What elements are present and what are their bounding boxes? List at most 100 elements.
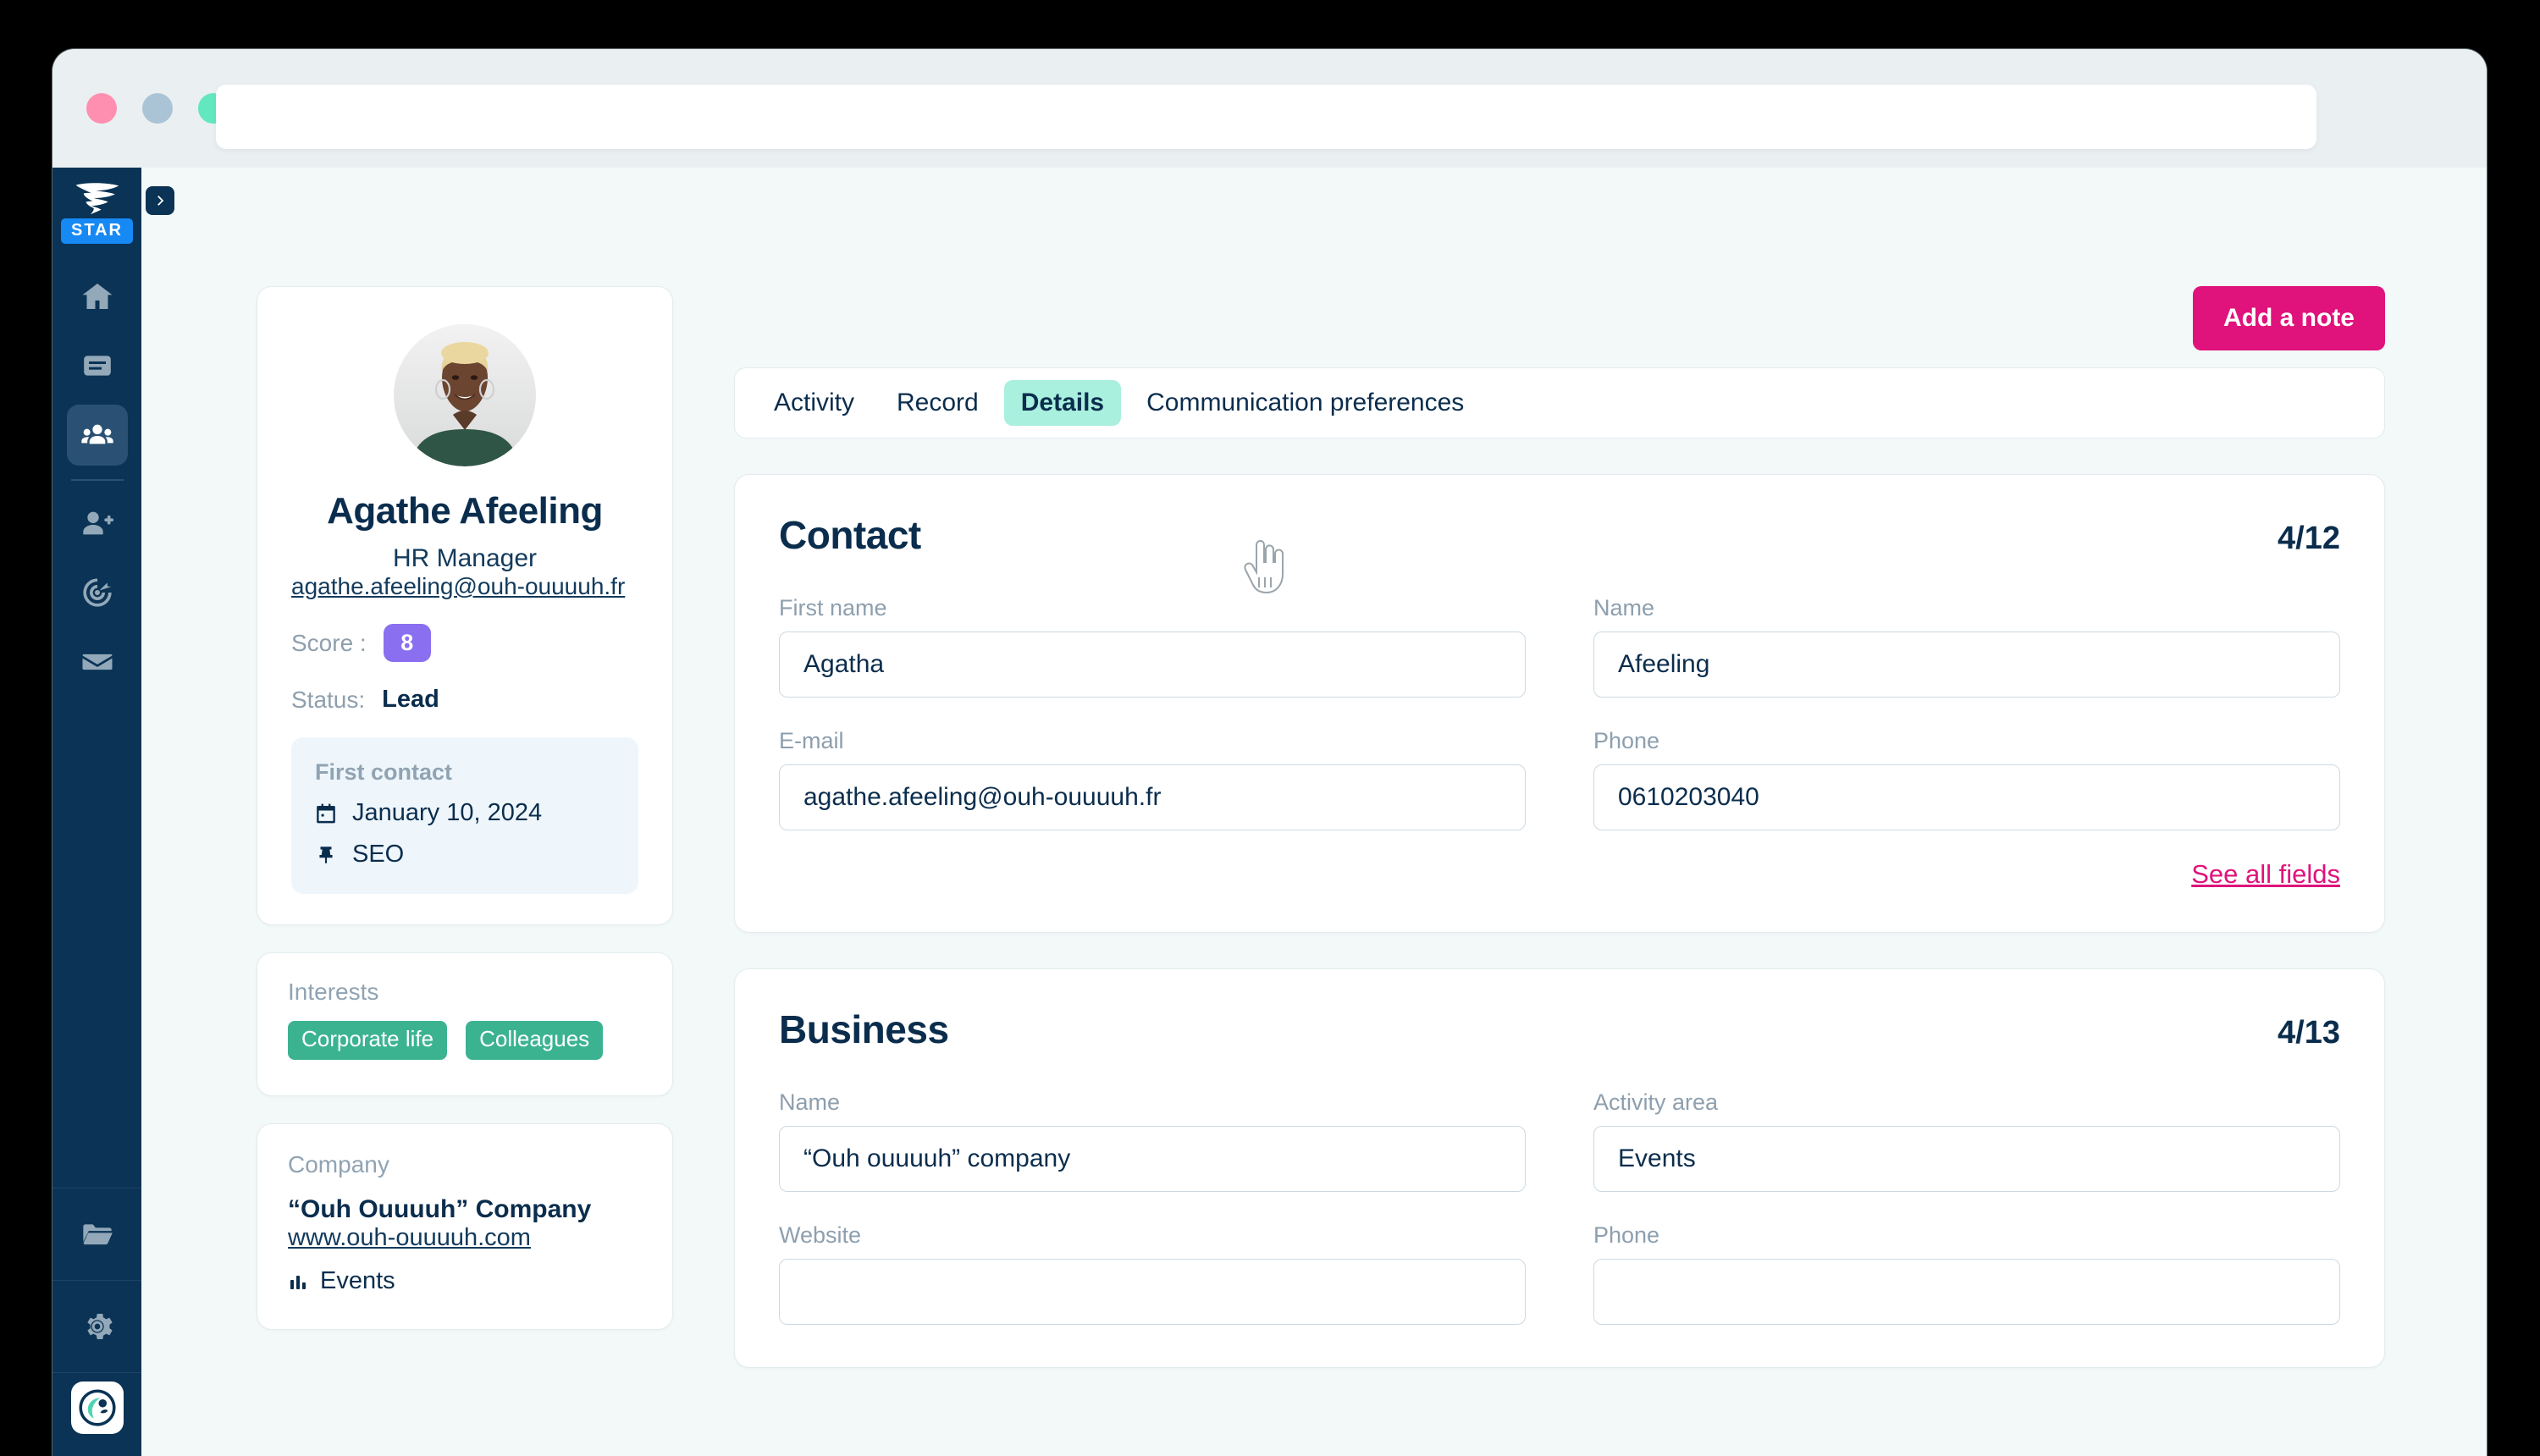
profile-card: Agathe Afeeling HR Manager agathe.afeeli… [257, 286, 673, 925]
sidebar-bottom-divider-1 [52, 1188, 141, 1189]
interests-tag-list: Corporate life Colleagues [288, 1021, 642, 1060]
tab-record[interactable]: Record [880, 380, 996, 426]
sidebar-item-documents[interactable] [67, 335, 128, 396]
field-activity-area: Activity area [1593, 1089, 2340, 1192]
phone-input[interactable] [1593, 764, 2340, 830]
add-user-icon [82, 511, 113, 535]
content-area: Agathe Afeeling HR Manager agathe.afeeli… [141, 168, 2487, 1456]
contact-section-count: 4/12 [2278, 521, 2340, 556]
interest-tag[interactable]: Colleagues [466, 1021, 604, 1060]
home-icon [82, 284, 112, 309]
calendar-icon [317, 803, 335, 823]
see-all-fields-link[interactable]: See all fields [2191, 859, 2340, 889]
sidebar-item-mail[interactable] [67, 631, 128, 692]
first-contact-source: SEO [352, 841, 405, 868]
first-contact-date: January 10, 2024 [352, 799, 543, 826]
business-section-header: Business 4/13 [779, 1007, 2340, 1052]
brand-block[interactable]: STAR [61, 168, 133, 244]
field-label: E-mail [779, 728, 844, 753]
tab-details[interactable]: Details [1003, 380, 1122, 426]
contact-role: HR Manager [392, 544, 538, 572]
business-section-title: Business [779, 1007, 949, 1051]
activity-area-input[interactable] [1593, 1126, 2340, 1192]
field-name: Name [1593, 595, 2340, 698]
app-window: STAR Agathe Afeeling HR Manager agathe.a… [52, 49, 2487, 1456]
address-bar[interactable] [216, 85, 2316, 149]
sidebar-nav-list [52, 266, 141, 701]
field-label: Name [1593, 595, 1655, 620]
field-business-phone: Phone [1593, 1222, 2340, 1325]
chart-icon [290, 1275, 306, 1289]
website-input[interactable] [779, 1259, 1526, 1325]
sidebar-item-files[interactable] [67, 1204, 128, 1265]
first-contact-box: First contact January 10, 2024 SEO [291, 737, 638, 894]
first-contact-date-row: January 10, 2024 [315, 799, 615, 827]
app-body: STAR Agathe Afeeling HR Manager agathe.a… [52, 168, 2487, 1456]
main-sidebar: STAR [52, 168, 141, 1456]
add-note-button[interactable]: Add a note [2193, 286, 2385, 350]
company-card: Company “Ouh Ouuuuh” Company www.ouh-ouu… [257, 1123, 673, 1330]
interests-card: Interests Corporate life Colleagues [257, 952, 673, 1096]
tab-bar: Activity Record Details Communication pr… [734, 367, 2385, 438]
sidebar-bottom-divider-2 [52, 1280, 141, 1281]
field-email: E-mail [779, 728, 1526, 830]
business-name-input[interactable] [779, 1126, 1526, 1192]
sidebar-item-contacts[interactable] [66, 405, 128, 466]
minimize-window-button[interactable] [142, 93, 173, 124]
sidebar-item-add-contact[interactable] [67, 493, 128, 554]
field-label: Phone [1593, 728, 1660, 753]
field-label: Name [779, 1089, 841, 1115]
field-business-name: Name [779, 1089, 1526, 1192]
sidebar-bottom-group [52, 1188, 141, 1456]
business-phone-input[interactable] [1593, 1259, 2340, 1325]
sidebar-bottom-divider-3 [52, 1372, 141, 1373]
status-value: Lead [382, 686, 439, 713]
email-input[interactable] [779, 764, 1526, 830]
company-label: Company [288, 1151, 389, 1177]
sidebar-divider [70, 479, 124, 481]
first-contact-title: First contact [315, 759, 453, 785]
sidebar-item-home[interactable] [67, 266, 128, 327]
target-icon [82, 578, 112, 607]
field-first-name: First name [779, 595, 1526, 698]
field-website: Website [779, 1222, 1526, 1325]
tab-communication-preferences[interactable]: Communication preferences [1129, 380, 1481, 426]
field-label: Phone [1593, 1222, 1660, 1248]
avatar[interactable] [70, 1382, 124, 1434]
star-plan-badge: STAR [61, 218, 133, 244]
business-section-count: 4/13 [2278, 1015, 2340, 1051]
company-name: “Ouh Ouuuuh” Company [288, 1195, 592, 1223]
contact-section-header: Contact 4/12 [779, 512, 2340, 558]
mail-icon [82, 654, 112, 670]
browser-chrome [52, 49, 2487, 168]
interest-tag[interactable]: Corporate life [288, 1021, 448, 1060]
profile-column: Agathe Afeeling HR Manager agathe.afeeli… [257, 286, 673, 1330]
first-name-input[interactable] [779, 631, 1526, 698]
status-badge: 8 [383, 624, 431, 662]
contact-photo [394, 324, 536, 466]
company-sector-row: Events [288, 1267, 642, 1295]
user-profile-logo-icon [78, 1389, 116, 1426]
score-label: Score : [291, 629, 367, 656]
contact-section: Contact 4/12 First name Name [734, 474, 2385, 933]
business-section: Business 4/13 Name Activity area [734, 968, 2385, 1368]
folder-icon [82, 1224, 113, 1245]
sidebar-item-settings[interactable] [67, 1296, 128, 1357]
tornado-logo-icon [75, 183, 119, 215]
business-fields-grid: Name Activity area Website Phone [779, 1089, 2340, 1325]
close-window-button[interactable] [86, 93, 117, 124]
status-row: Status: Lead [291, 686, 638, 714]
sidebar-item-targets[interactable] [67, 562, 128, 623]
company-website-link[interactable]: www.ouh-ouuuuh.com [288, 1224, 531, 1251]
contacts-group-icon [80, 424, 113, 444]
contact-email-link[interactable]: agathe.afeeling@ouh-ouuuuh.fr [291, 573, 625, 599]
pin-icon [319, 846, 333, 863]
field-label: Website [779, 1222, 862, 1248]
contact-section-title: Contact [779, 513, 921, 557]
window-traffic-lights [86, 93, 229, 124]
last-name-input[interactable] [1593, 631, 2340, 698]
tab-activity[interactable]: Activity [757, 380, 871, 426]
field-label: Activity area [1593, 1089, 1719, 1115]
status-label: Status: [291, 686, 366, 713]
gear-icon [86, 1314, 113, 1339]
